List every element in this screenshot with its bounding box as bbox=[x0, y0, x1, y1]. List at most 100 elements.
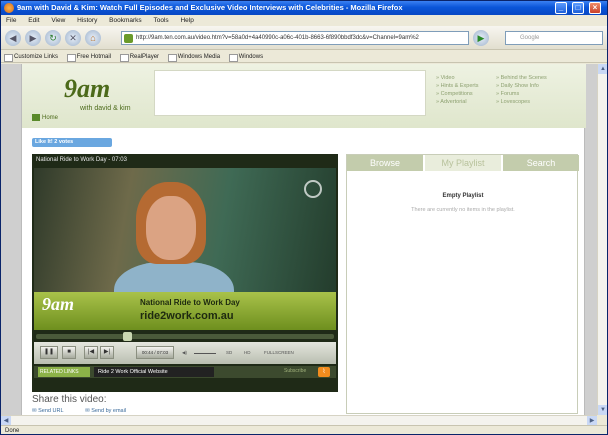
related-links-bar: RELATED LINKS Ride 2 Work Official Websi… bbox=[34, 366, 336, 378]
menu-view[interactable]: View bbox=[46, 15, 70, 26]
lower-third-caption: 9am National Ride to Work Day ride2work.… bbox=[34, 292, 336, 330]
menu-bar: File Edit View History Bookmarks Tools H… bbox=[1, 15, 607, 26]
stop-icon[interactable]: ■ bbox=[62, 346, 76, 359]
subscribe-label[interactable]: Subscribe bbox=[284, 368, 306, 374]
like-button[interactable]: Like It! 2 votes bbox=[32, 138, 112, 147]
search-placeholder: Google bbox=[520, 35, 540, 41]
vertical-scrollbar[interactable]: ▲ ▼ bbox=[597, 64, 607, 415]
address-text: http://9am.ten.com.au/video.htm?v=58a0d+… bbox=[136, 35, 419, 41]
house-icon bbox=[32, 114, 40, 121]
send-email-label: Send by email bbox=[91, 408, 127, 414]
scroll-down-icon[interactable]: ▼ bbox=[598, 405, 607, 415]
scroll-up-icon[interactable]: ▲ bbox=[598, 64, 607, 74]
home-icon[interactable]: ⌂ bbox=[85, 30, 101, 46]
site-logo-subtitle: with david & kim bbox=[80, 105, 131, 112]
bookmark-free-hotmail[interactable]: Free Hotmail bbox=[64, 51, 115, 63]
bookmark-windows[interactable]: Windows bbox=[226, 51, 267, 63]
nav-link-video[interactable]: » Video bbox=[436, 74, 479, 82]
reload-icon[interactable]: ↻ bbox=[45, 30, 61, 46]
bookmarks-toolbar: Customize Links Free Hotmail RealPlayer … bbox=[1, 51, 607, 63]
panel-tabs: Browse My Playlist Search bbox=[347, 155, 579, 171]
bookmark-windows-media[interactable]: Windows Media bbox=[165, 51, 224, 63]
share-section: Share this video: ✉ Send URL ✉ Send by e… bbox=[32, 394, 338, 414]
tab-my-playlist[interactable]: My Playlist bbox=[425, 155, 501, 171]
browser-window: 9am with David & Kim: Watch Full Episode… bbox=[0, 0, 608, 435]
ad-banner[interactable] bbox=[154, 70, 426, 116]
home-label: Home bbox=[42, 115, 59, 122]
bookmark-realplayer[interactable]: RealPlayer bbox=[117, 51, 163, 63]
nav-link-competitions[interactable]: » Competitions bbox=[436, 90, 479, 98]
site-favicon-icon bbox=[124, 34, 133, 43]
quality-hd[interactable]: HD bbox=[244, 350, 251, 355]
window-title: 9am with David & Kim: Watch Full Episode… bbox=[17, 3, 403, 12]
status-text: Done bbox=[5, 428, 20, 434]
home-link[interactable]: Home bbox=[32, 114, 58, 121]
site-logo[interactable]: 9am bbox=[64, 74, 110, 104]
video-frame[interactable]: 9am National Ride to Work Day ride2work.… bbox=[34, 168, 336, 330]
title-bar: 9am with David & Kim: Watch Full Episode… bbox=[1, 1, 607, 15]
presenter-face bbox=[146, 196, 196, 260]
send-url-link[interactable]: ✉ Send URL bbox=[32, 408, 74, 414]
volume-icon[interactable]: ◀) bbox=[182, 350, 187, 356]
video-title: National Ride to Work Day - 07:03 bbox=[36, 157, 127, 163]
menu-tools[interactable]: Tools bbox=[148, 15, 173, 26]
nav-link-behind-the-scenes[interactable]: » Behind the Scenes bbox=[496, 74, 547, 82]
share-heading: Share this video: bbox=[32, 394, 107, 405]
nav-link-lovescopes[interactable]: » Lovescopes bbox=[496, 98, 547, 106]
share-links: ✉ Send URL ✉ Send by email bbox=[32, 408, 338, 414]
caption-logo: 9am bbox=[42, 294, 75, 314]
player-controls: ❚❚ ■ |◀ ▶| 00:44 / 07:03 ◀) SD HD FULLSC… bbox=[34, 342, 336, 364]
previous-icon[interactable]: |◀ bbox=[84, 346, 98, 359]
empty-playlist-title: Empty Playlist bbox=[442, 193, 484, 199]
tab-browse[interactable]: Browse bbox=[347, 155, 423, 171]
back-arrow-icon[interactable]: ◀ bbox=[5, 30, 21, 46]
related-links-label: RELATED LINKS bbox=[38, 367, 90, 377]
channel-watermark-icon bbox=[304, 180, 322, 198]
send-url-label: Send URL bbox=[38, 408, 64, 414]
search-input[interactable]: Google bbox=[505, 31, 603, 45]
bookmark-customize-links[interactable]: Customize Links bbox=[1, 51, 62, 63]
related-link[interactable]: Ride 2 Work Official Website bbox=[94, 367, 214, 377]
forward-arrow-icon[interactable]: ▶ bbox=[25, 30, 41, 46]
volume-slider[interactable] bbox=[194, 353, 216, 354]
status-bar: Done bbox=[1, 425, 607, 434]
address-bar[interactable]: http://9am.ten.com.au/video.htm?v=58a0d+… bbox=[121, 31, 469, 45]
send-email-link[interactable]: ✉ Send by email bbox=[85, 408, 136, 414]
go-arrow-icon[interactable]: ▶ bbox=[473, 30, 489, 46]
nav-link-daily-show-info[interactable]: » Daily Show Info bbox=[496, 82, 547, 90]
page-viewport: 9am with david & kim » Video » Hints & E… bbox=[1, 64, 597, 415]
site-header: 9am with david & kim » Video » Hints & E… bbox=[22, 64, 586, 128]
seek-bar[interactable] bbox=[36, 332, 334, 341]
nav-link-advertorial[interactable]: » Advertorial bbox=[436, 98, 479, 106]
quality-sd[interactable]: SD bbox=[226, 350, 232, 355]
minimize-button[interactable]: _ bbox=[555, 2, 567, 14]
rss-icon[interactable]: ⌇ bbox=[318, 367, 330, 377]
horizontal-scrollbar[interactable]: ◀ ▶ bbox=[1, 415, 597, 426]
video-player: National Ride to Work Day - 07:03 9am Na… bbox=[32, 154, 338, 392]
menu-bookmarks[interactable]: Bookmarks bbox=[104, 15, 147, 26]
web-page: 9am with david & kim » Video » Hints & E… bbox=[21, 64, 586, 415]
top-nav-column-1: » Video » Hints & Experts » Competitions… bbox=[436, 74, 479, 106]
nav-link-forums[interactable]: » Forums bbox=[496, 90, 547, 98]
playlist-panel: Browse My Playlist Search Empty Playlist… bbox=[346, 154, 579, 414]
menu-file[interactable]: File bbox=[1, 15, 21, 26]
pause-icon[interactable]: ❚❚ bbox=[40, 346, 58, 359]
caption-headline: National Ride to Work Day bbox=[140, 298, 240, 307]
menu-help[interactable]: Help bbox=[175, 15, 198, 26]
nav-link-hints-experts[interactable]: » Hints & Experts bbox=[436, 82, 479, 90]
time-display: 00:44 / 07:03 bbox=[136, 346, 174, 359]
tab-search[interactable]: Search bbox=[503, 155, 579, 171]
fullscreen-button[interactable]: FULLSCREEN bbox=[264, 350, 294, 355]
firefox-icon bbox=[4, 3, 14, 13]
navigation-toolbar: ◀ ▶ ↻ ✕ ⌂ http://9am.ten.com.au/video.ht… bbox=[1, 26, 607, 50]
maximize-button[interactable]: □ bbox=[572, 2, 584, 14]
caption-url: ride2work.com.au bbox=[140, 310, 234, 322]
seek-handle[interactable] bbox=[122, 332, 132, 341]
empty-playlist-message: There are currently no items in the play… bbox=[411, 207, 515, 213]
menu-edit[interactable]: Edit bbox=[23, 15, 44, 26]
menu-history[interactable]: History bbox=[72, 15, 102, 26]
close-button[interactable]: × bbox=[589, 2, 601, 14]
stop-icon[interactable]: ✕ bbox=[65, 30, 81, 46]
next-icon[interactable]: ▶| bbox=[100, 346, 114, 359]
top-nav-column-2: » Behind the Scenes » Daily Show Info » … bbox=[496, 74, 547, 106]
